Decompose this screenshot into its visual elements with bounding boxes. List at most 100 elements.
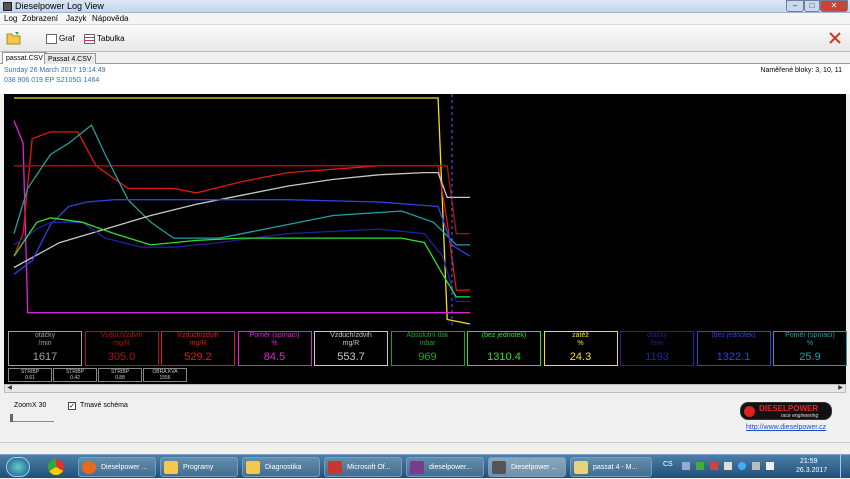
firefox-icon [82,461,96,474]
channel-box[interactable]: Vzduch/zdvih mg/R 305.0 [84,331,159,366]
language-indicator[interactable]: CS [663,461,673,468]
close-window-button[interactable]: ✕ [820,0,848,12]
channel-value: 84.5 [263,351,286,363]
taskbar-item-firefox[interactable]: Dieselpower ... [78,457,156,477]
channel-unit: mg/R [113,340,130,347]
folder-icon [246,461,260,474]
office-icon [328,461,342,474]
table-button[interactable]: Tabulka [84,31,125,47]
scroll-left-arrow[interactable]: ◀ [5,385,14,392]
title-bar: Dieselpower Log View – □ ✕ [0,0,850,13]
channel-box[interactable]: zátěž% 24.3 [543,331,618,366]
channel-unit: mg/R [189,340,207,347]
bottom-panel: Zoom X 30 ✓ Tmavé schéma DIESELPOWER rac… [0,394,850,454]
channel-box[interactable]: (bez jednotek) 1322.1 [696,331,771,366]
channel-name: Vzduch/zdvih [100,332,143,339]
menu-language[interactable]: Jazyk [66,14,86,23]
toolbar: Graf Tabulka [0,25,850,52]
measured-blocks: Naměřené bloky: 3, 10, 11 [760,67,842,74]
graph-label: Graf [59,34,75,43]
channel-name: zátěž [572,332,589,339]
table-label: Tabulka [97,34,125,43]
close-log-button[interactable] [828,31,844,47]
channel-box[interactable]: Poměr (spínací)% 25.9 [773,331,847,366]
chart-plot [13,94,471,328]
channel-name: Vzduch/zdvih [177,332,219,339]
dieselpower-link[interactable]: http://www.dieselpower.cz [746,424,826,431]
stat-value: 0.42 [70,375,80,381]
taskbar-item-programy[interactable]: Programy [160,457,238,477]
menu-help[interactable]: Nápověda [92,14,128,23]
chart-series-line [13,120,470,314]
log-info: Sunday 26 March 2017 19:14:49 038 906 01… [0,64,850,94]
channel-name: (bez jednotek) [481,332,527,339]
channel-value: 553.7 [337,351,365,363]
tab-passat[interactable]: passat.CSV [2,52,47,64]
taskbar-item-diagnostika[interactable]: Diagnostika [242,457,320,477]
zoom-slider-thumb[interactable] [10,414,13,422]
archive-icon [410,461,424,474]
tray-app-icon[interactable] [696,462,704,470]
tray-update-icon[interactable] [738,462,746,470]
scroll-right-arrow[interactable]: ▶ [836,385,845,392]
horizontal-scrollbar[interactable]: ◀ ▶ [4,384,846,393]
tray-network-icon[interactable] [682,462,690,470]
channel-value: 1617 [32,351,58,363]
zoom-label: Zoom [14,402,32,409]
logo-subtitle: race engineering [781,413,819,419]
menu-view[interactable]: Zobrazení [22,14,58,23]
stat-box: STRIBP 0.61 [8,368,52,382]
dieselpower-logo: DIESELPOWER race engineering [740,402,832,420]
taskbar-item-office[interactable]: Microsoft Of... [324,457,402,477]
channel-box[interactable]: otáčky/min 1193 [620,331,694,366]
channel-box[interactable]: (bez jednotek) 1310.4 [467,331,541,366]
chrome-taskbar-icon[interactable] [48,459,64,475]
taskbar-item-winrar[interactable]: dieselpower... [406,457,484,477]
show-desktop-button[interactable] [840,455,850,479]
stat-value: 1556 [159,375,171,381]
dark-scheme-checkbox[interactable]: ✓ [68,402,76,410]
close-icon [829,32,841,44]
paint-icon [574,461,588,474]
channel-unit: % [271,340,278,347]
open-folder-icon [6,32,21,45]
chart-series-line [13,171,470,269]
channel-box[interactable]: Absolutní tlak mbar 969 [390,331,465,366]
channel-name: otáčky [34,332,56,339]
zoom-slider[interactable] [10,412,54,422]
channel-box[interactable]: Vzduch/zdvih mg/R 553.7 [314,331,388,366]
maximize-button[interactable]: □ [804,0,820,12]
taskbar-item-logview[interactable]: Dieselpower ... [488,457,566,477]
menu-log[interactable]: Log [4,14,17,23]
stat-box: OBRA.KVA 1556 [143,368,187,382]
channel-value: 1322.1 [716,351,751,363]
minimize-button[interactable]: – [786,0,804,12]
logo-text: DIESELPOWER [759,404,819,413]
taskbar: Dieselpower ... Programy Diagnostika Mic… [0,454,850,479]
channel-panel: otáčky/min 1617 Vzduch/zdvih mg/R 305.0 Vzduc… [4,328,847,384]
channel-unit: % [806,340,814,347]
channel-box[interactable]: otáčky/min 1617 [8,331,82,366]
channel-unit: /min [650,340,664,347]
tray-device-icon[interactable] [752,462,760,470]
graph-button[interactable]: Graf [46,31,75,47]
log-chart[interactable] [4,94,846,328]
start-button[interactable] [6,457,30,477]
table-icon [84,33,95,44]
open-folder-button[interactable] [6,31,24,47]
tray-icons[interactable] [682,462,782,472]
channel-value: 305.0 [107,351,136,363]
clock-date[interactable]: 26.3.2017 [796,467,827,474]
tray-shield-icon[interactable] [710,462,718,470]
tab-passat-4[interactable]: Passat 4.CSV [44,53,96,64]
clock-time[interactable]: 21:59 [800,458,818,465]
tray-volume-icon[interactable] [766,462,774,470]
channel-name: Vzduch/zdvih [330,332,372,339]
channel-name: (bez jednotek) [711,332,756,339]
taskbar-item-paint[interactable]: passat 4 - M... [570,457,652,477]
logview-icon [492,461,506,474]
channel-box[interactable]: Poměr (spínací)% 84.5 [237,331,312,366]
tray-flag-icon[interactable] [724,462,732,470]
channel-box[interactable]: Vzduch/zdvih mg/R 529.2 [161,331,235,366]
channel-name: otáčky [646,332,668,339]
